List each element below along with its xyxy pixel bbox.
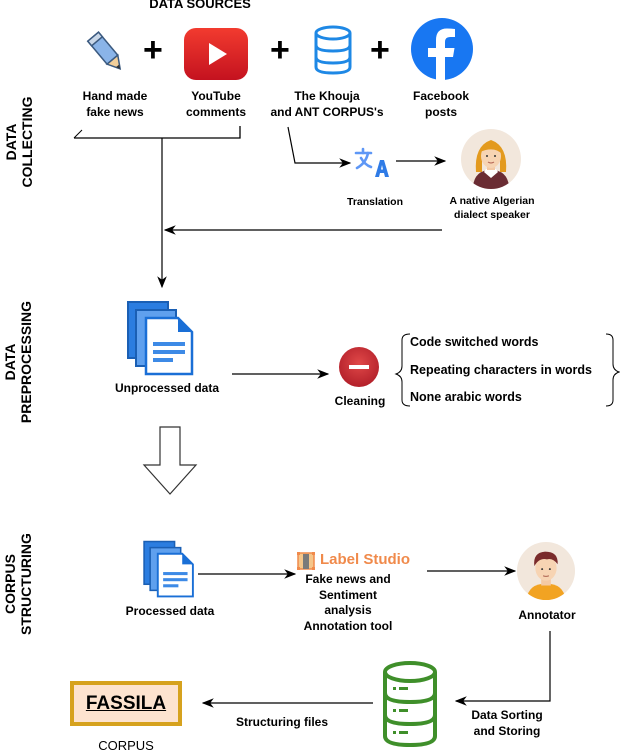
processed-label: Processed data (125, 604, 215, 618)
processed-documents-icon (143, 540, 194, 598)
label-line: and ANT CORPUS's (270, 105, 384, 119)
unprocessed-documents-icon (127, 301, 194, 376)
label-line: Hand made (82, 89, 148, 103)
label-line: comments (185, 105, 247, 119)
database-icon (314, 25, 352, 75)
label-line: dialect speaker (454, 209, 530, 221)
cleaning-item: Repeating characters in words (410, 363, 593, 377)
sources-merge-line (74, 126, 241, 139)
source-label-facebook: Facebook posts (400, 88, 482, 120)
label-line: posts (424, 105, 457, 119)
annotator-label: Annotator (518, 608, 576, 622)
stage-data-collecting: DATA COLLECTING (3, 87, 35, 197)
unprocessed-label: Unprocessed data (114, 381, 220, 395)
right-brace (605, 333, 620, 407)
annotator-avatar (516, 541, 576, 601)
corpus-name: FASSILA (85, 692, 167, 714)
source-label-youtube: YouTube comments (166, 88, 266, 120)
label-line: Fake news and (305, 572, 391, 586)
annotator-to-storage-arrow (454, 631, 551, 706)
cleaning-icon (339, 347, 379, 387)
stage-down-arrow (142, 426, 198, 495)
plus-sign: + (370, 31, 390, 69)
translate-icon (354, 147, 389, 177)
label-studio-brand: Label Studio (320, 551, 410, 568)
label-line: Data Sorting (471, 708, 543, 722)
label-studio-logo-icon (297, 552, 315, 570)
label-line: Facebook (412, 89, 469, 103)
stage-line: DATA (2, 343, 18, 381)
pencil-icon (86, 31, 122, 70)
facebook-icon (411, 18, 473, 81)
label-line: YouTube (191, 89, 241, 103)
stage-data-preprocessing: DATA PREPROCESSING (2, 292, 34, 432)
stage-line: DATA (3, 123, 19, 161)
label-line: fake news (86, 105, 144, 119)
stage-line: COLLECTING (19, 96, 35, 188)
source-label-handmade: Hand made fake news (66, 88, 164, 120)
stage-corpus-structuring: CORPUS STRUCTURING (2, 522, 34, 646)
stage-line: STRUCTURING (18, 533, 34, 635)
stage-line: PREPROCESSING (18, 300, 34, 424)
source-label-khouja: The Khouja and ANT CORPUS's (262, 88, 392, 120)
data-sources-title: DATA SOURCES (149, 0, 251, 11)
structuring-files-label: Structuring files (235, 715, 328, 729)
label-line: The Khouja (294, 89, 360, 103)
cleaning-item: Code switched words (410, 335, 539, 349)
label-line: analysis (324, 603, 372, 617)
label-studio-description: Fake news and Sentiment analysis Annotat… (298, 572, 398, 634)
label-line: Annotation tool (303, 618, 393, 633)
label-line: and Storing (473, 724, 541, 738)
speaker-label: A native Algerian dialect speaker (430, 194, 554, 222)
plus-sign: + (270, 31, 290, 69)
label-line: Sentiment (318, 587, 377, 602)
youtube-icon (184, 28, 248, 80)
stage-line: CORPUS (2, 554, 18, 614)
label-line: A native Algerian (449, 195, 535, 207)
cleaning-label: Cleaning (334, 394, 386, 408)
female-speaker-avatar (461, 129, 521, 189)
fassila-corpus-box: FASSILA (70, 681, 182, 726)
storage-database-icon (383, 661, 437, 748)
khouja-to-translation-arrow (287, 126, 352, 168)
plus-sign: + (143, 31, 163, 69)
left-brace (394, 333, 411, 407)
translation-label: Translation (346, 196, 403, 208)
cleaning-item: None arabic words (410, 390, 522, 404)
data-sorting-label: Data Sorting and Storing (460, 707, 554, 739)
